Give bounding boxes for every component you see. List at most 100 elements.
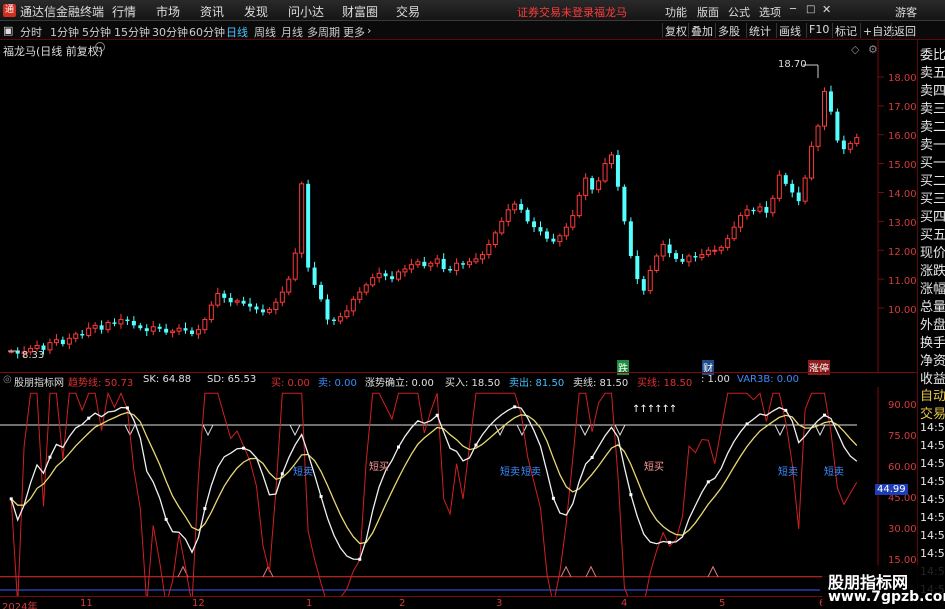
candle-body xyxy=(286,278,292,293)
candle-body xyxy=(544,231,549,239)
multi-stock-button[interactable]: 多股 xyxy=(715,23,742,38)
menu-ask[interactable]: 问小达 xyxy=(288,3,324,20)
menu-market[interactable]: 市场 xyxy=(156,3,180,20)
ind-y-tick: 75.00 xyxy=(888,431,917,442)
trade-tick[interactable]: 交易 xyxy=(920,403,945,422)
sk-dot xyxy=(435,413,439,417)
split-icon[interactable]: ▣ xyxy=(3,24,13,37)
restore-icon[interactable]: □ xyxy=(806,4,815,15)
candle-body xyxy=(164,328,169,333)
indicator-chart[interactable] xyxy=(0,387,917,596)
short-sell-label: 短卖 xyxy=(778,467,798,478)
quote-field-label: 卖五 xyxy=(920,66,945,81)
menu-market-quote[interactable]: 行情 xyxy=(112,3,136,20)
low-price-label: 8.33 xyxy=(22,350,45,361)
y-tick: 11.00 xyxy=(888,276,917,287)
period-weekly[interactable]: 周线 xyxy=(254,24,276,40)
mark-button[interactable]: 标记 xyxy=(832,23,859,38)
price-chart[interactable] xyxy=(0,40,917,373)
menu-trade[interactable]: 交易 xyxy=(396,3,420,20)
back-button[interactable]: 返回 xyxy=(891,23,918,38)
close-icon[interactable]: ✕ xyxy=(822,3,831,16)
candle-body xyxy=(551,238,556,242)
candle-body xyxy=(596,180,602,191)
period-multi[interactable]: 多周期 xyxy=(307,24,340,40)
candle-body xyxy=(583,177,589,196)
candle-body xyxy=(512,203,518,211)
trade-tick[interactable]: 自动 xyxy=(920,385,945,404)
candle-body xyxy=(699,254,705,258)
minimize-icon[interactable]: ─ xyxy=(790,4,796,15)
candle-body xyxy=(505,209,511,222)
candle-body xyxy=(667,244,672,254)
period-more[interactable]: 更多 xyxy=(343,24,365,40)
legend-item: SD: 65.53 xyxy=(207,374,257,385)
menu-formula[interactable]: 公式 xyxy=(728,4,750,20)
trade-tick: 14:56 xyxy=(920,439,945,452)
period-60min[interactable]: 60分钟 xyxy=(189,24,225,40)
short-sell-label: 短卖 xyxy=(521,467,541,478)
sk-dot xyxy=(48,455,52,459)
sell-notch xyxy=(516,424,528,437)
candle-body xyxy=(234,300,240,303)
period-5min[interactable]: 5分钟 xyxy=(82,24,111,40)
candle-body xyxy=(144,328,149,332)
menu-news[interactable]: 资讯 xyxy=(200,3,224,20)
candle-body xyxy=(241,300,246,304)
period-15min[interactable]: 15分钟 xyxy=(114,24,150,40)
candle-body xyxy=(176,327,182,332)
candle-body xyxy=(693,256,698,258)
candle-body xyxy=(131,320,136,326)
candle-body xyxy=(660,243,666,257)
legend-item: VAR3B: 0.00 xyxy=(737,374,800,385)
menu-options[interactable]: 选项 xyxy=(759,4,781,20)
candle-body xyxy=(563,226,569,237)
y-tick: 16.00 xyxy=(888,131,917,142)
statistics-button[interactable]: 统计 xyxy=(746,23,773,38)
chevron-right-icon[interactable]: › xyxy=(367,24,371,37)
short-buy-label: 短买 xyxy=(644,462,664,473)
candle-body xyxy=(570,215,576,228)
login-notice[interactable]: 证券交易未登录 xyxy=(517,4,594,20)
draw-line-button[interactable]: 画线 xyxy=(776,23,803,38)
x-tick: 2024年 xyxy=(2,602,38,609)
menu-wealth[interactable]: 财富圈 xyxy=(342,3,378,20)
user-label[interactable]: 游客 xyxy=(895,4,917,20)
f10-button[interactable]: F10 xyxy=(806,23,831,38)
quote-field-label: 卖三 xyxy=(920,102,945,117)
x-tick: 12 xyxy=(192,598,205,609)
candle-body xyxy=(80,333,85,336)
candle-body xyxy=(802,177,808,202)
x-tick: 1 xyxy=(306,598,313,609)
sell-notch xyxy=(774,424,786,437)
menu-layout[interactable]: 版面 xyxy=(697,4,719,20)
candle-body xyxy=(34,345,40,349)
period-1min[interactable]: 1分钟 xyxy=(50,24,79,40)
candle-body xyxy=(473,258,479,263)
x-tick: 4 xyxy=(621,598,628,609)
x-tick: 11 xyxy=(80,598,93,609)
overlay-button[interactable]: 叠加 xyxy=(688,23,715,38)
period-monthly[interactable]: 月线 xyxy=(281,24,303,40)
period-daily[interactable]: 日线 xyxy=(226,24,248,40)
indicator-toggle-icon[interactable]: ◎ xyxy=(3,374,12,385)
candle-body xyxy=(499,220,505,234)
sk-dot xyxy=(397,445,400,449)
period-intraday[interactable]: 分时 xyxy=(20,24,42,40)
quote-field-label: 卖二 xyxy=(920,120,945,135)
trade-tick: 14:56 xyxy=(920,421,945,434)
candle-body xyxy=(248,303,253,307)
period-30min[interactable]: 30分钟 xyxy=(152,24,188,40)
menu-function[interactable]: 功能 xyxy=(665,4,687,20)
candle-body xyxy=(770,197,776,214)
candle-body xyxy=(757,206,763,212)
candle-body xyxy=(312,267,317,285)
candle-body xyxy=(319,284,324,300)
menu-discover[interactable]: 发现 xyxy=(244,3,268,20)
quote-field-label: 买一 xyxy=(920,156,945,171)
candle-body xyxy=(370,277,376,286)
adjust-button[interactable]: 复权 xyxy=(662,23,689,38)
candle-body xyxy=(828,91,833,112)
candle-body xyxy=(215,293,221,306)
candle-body xyxy=(170,330,176,334)
